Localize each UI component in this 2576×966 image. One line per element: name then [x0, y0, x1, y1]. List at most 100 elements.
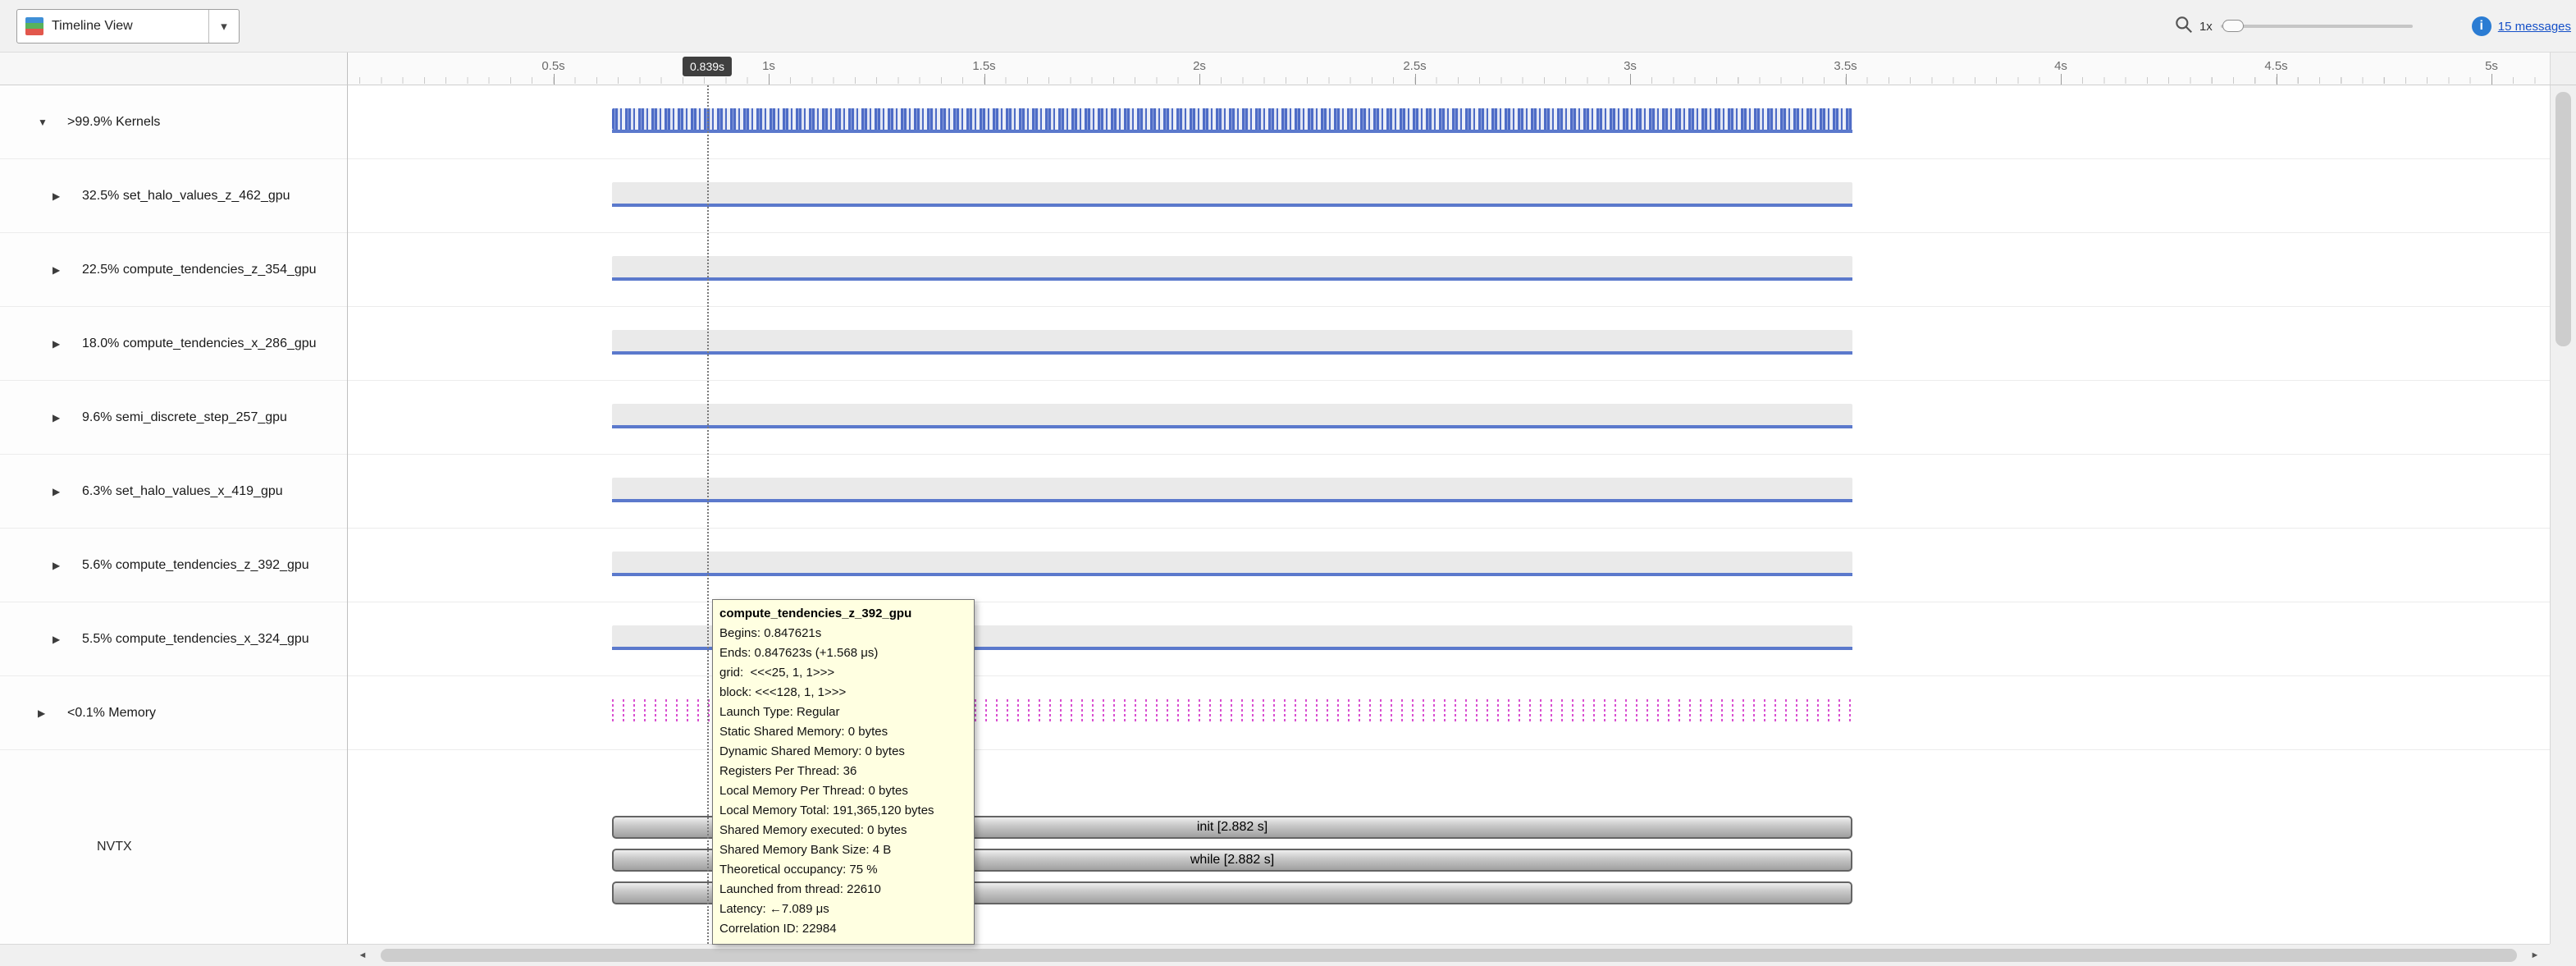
vertical-scrollbar-thumb[interactable] [2555, 92, 2571, 346]
sidebar-row-6[interactable]: ▶5.6% compute_tendencies_z_392_gpu [0, 529, 347, 602]
magnifier-icon[interactable] [2173, 14, 2195, 39]
timeline-row-3[interactable] [348, 307, 2550, 381]
ruler-tick-label: 2s [1193, 59, 1206, 73]
row-label: 9.6% semi_discrete_step_257_gpu [82, 410, 287, 425]
sidebar-row-2[interactable]: ▶22.5% compute_tendencies_z_354_gpu [0, 233, 347, 307]
scroll-right-arrow-icon[interactable]: ► [2522, 945, 2548, 966]
main-content: ▼>99.9% Kernels▶32.5% set_halo_values_z_… [0, 85, 2550, 944]
view-selector-label: Timeline View [52, 19, 208, 34]
track-dense-bar[interactable] [612, 108, 1852, 130]
ruler-tick-label: 3.5s [1834, 59, 1857, 73]
sidebar-row-3[interactable]: ▶18.0% compute_tendencies_x_286_gpu [0, 307, 347, 381]
chevron-right-icon[interactable]: ▶ [53, 264, 82, 276]
tooltip-line: Local Memory Per Thread: 0 bytes [719, 781, 966, 801]
row-label: 6.3% set_halo_values_x_419_gpu [82, 484, 283, 499]
bottom-left-strip [0, 944, 348, 966]
chevron-right-icon[interactable]: ▶ [53, 338, 82, 350]
row-label: 22.5% compute_tendencies_z_354_gpu [82, 263, 317, 277]
nvtx-row-header[interactable]: NVTX [0, 750, 347, 944]
view-selector-dropdown[interactable]: Timeline View ▾ [16, 9, 240, 43]
timeline-row-5[interactable] [348, 455, 2550, 529]
sidebar-row-5[interactable]: ▶6.3% set_halo_values_x_419_gpu [0, 455, 347, 529]
chevron-right-icon[interactable]: ▶ [53, 190, 82, 202]
ruler-corner [0, 53, 348, 85]
track-band-bar[interactable] [612, 182, 1852, 204]
timeline-row-6[interactable] [348, 529, 2550, 602]
tooltip-line: grid: <<<25, 1, 1>>> [719, 663, 966, 683]
kernel-tooltip: compute_tendencies_z_392_gpu Begins: 0.8… [712, 599, 975, 945]
ruler-tick-label: 0.5s [541, 59, 564, 73]
tooltip-line: Launch Type: Regular [719, 703, 966, 722]
zoom-slider[interactable] [2221, 17, 2413, 35]
toolbar: Timeline View ▾ 1x i 15 messages [0, 0, 2576, 53]
timeline-row-0[interactable] [348, 85, 2550, 159]
horizontal-scrollbar-thumb[interactable] [381, 949, 2517, 962]
info-icon[interactable]: i [2472, 16, 2492, 36]
kernel-span-line [612, 425, 1852, 428]
tooltip-title: compute_tendencies_z_392_gpu [719, 604, 966, 624]
sidebar-row-0[interactable]: ▼>99.9% Kernels [0, 85, 347, 159]
zoom-level-label: 1x [2199, 20, 2213, 34]
tooltip-line: Dynamic Shared Memory: 0 bytes [719, 742, 966, 762]
sidebar-row-4[interactable]: ▶9.6% semi_discrete_step_257_gpu [0, 381, 347, 455]
track-band-bar[interactable] [612, 404, 1852, 425]
scroll-left-arrow-icon[interactable]: ◄ [349, 945, 376, 966]
tooltip-line: Local Memory Total: 191,365,120 bytes [719, 801, 966, 821]
chevron-right-icon[interactable]: ▶ [53, 412, 82, 423]
scrollbar-corner-cap [2550, 53, 2576, 85]
toolbar-right: 1x i 15 messages [2173, 0, 2571, 53]
timeline-row-7[interactable] [348, 602, 2550, 676]
timeline-tracks: init [2.882 s]while [2.882 s] [348, 85, 2550, 944]
sidebar-row-1[interactable]: ▶32.5% set_halo_values_z_462_gpu [0, 159, 347, 233]
cursor-line [707, 85, 709, 944]
sidebar-row-8[interactable]: ▶<0.1% Memory [0, 676, 347, 750]
sidebar-row-7[interactable]: ▶5.5% compute_tendencies_x_324_gpu [0, 602, 347, 676]
tooltip-line: Registers Per Thread: 36 [719, 762, 966, 781]
nvtx-track: init [2.882 s]while [2.882 s] [348, 750, 2550, 944]
timeline-row-1[interactable] [348, 159, 2550, 233]
timeline-row-8[interactable] [348, 676, 2550, 750]
kernel-span-line [612, 351, 1852, 355]
ruler-tick-label: 4s [2054, 59, 2067, 73]
chevron-down-icon[interactable]: ▼ [38, 117, 67, 128]
chevron-down-icon[interactable]: ▾ [208, 10, 239, 43]
row-labels-panel: ▼>99.9% Kernels▶32.5% set_halo_values_z_… [0, 85, 348, 944]
timeline-row-2[interactable] [348, 233, 2550, 307]
zoom-slider-thumb[interactable] [2222, 20, 2244, 32]
ruler-tick-label: 3s [1624, 59, 1637, 73]
tooltip-line: block: <<<128, 1, 1>>> [719, 683, 966, 703]
zoom-slider-track[interactable] [2221, 25, 2413, 28]
tooltip-line: Correlation ID: 22984 [719, 919, 966, 939]
track-band-bar[interactable] [612, 552, 1852, 573]
messages-link[interactable]: 15 messages [2498, 20, 2571, 34]
track-band-bar[interactable] [612, 330, 1852, 351]
kernel-span-line [612, 277, 1852, 281]
kernel-span-line [612, 204, 1852, 207]
tooltip-line: Latency: ←7.089 μs [719, 900, 966, 919]
ruler-tick-label: 2.5s [1403, 59, 1426, 73]
nsight-timeline-window: Timeline View ▾ 1x i 15 messages 0.839s … [0, 0, 2576, 966]
vertical-scrollbar[interactable] [2550, 85, 2576, 944]
chevron-right-icon[interactable]: ▶ [53, 560, 82, 571]
tooltip-line: Shared Memory executed: 0 bytes [719, 821, 966, 840]
row-label: <0.1% Memory [67, 706, 156, 721]
row-label: 32.5% set_halo_values_z_462_gpu [82, 189, 290, 204]
track-band-bar[interactable] [612, 478, 1852, 499]
timeline-row-4[interactable] [348, 381, 2550, 455]
ruler-tick-label: 4.5s [2264, 59, 2287, 73]
track-band-bar[interactable] [612, 256, 1852, 277]
scrollbar-corner [2550, 944, 2576, 966]
nvtx-bar-label: init [2.882 s] [1197, 820, 1267, 835]
chevron-right-icon[interactable]: ▶ [53, 634, 82, 645]
cursor-time-badge: 0.839s [683, 57, 732, 76]
tooltip-line: Theoretical occupancy: 75 % [719, 860, 966, 880]
tooltip-line: Ends: 0.847623s (+1.568 μs) [719, 643, 966, 663]
row-label: >99.9% Kernels [67, 115, 160, 130]
timeline-ruler[interactable]: 0.839s 0s0.5s1s1.5s2s2.5s3s3.5s4s4.5s5s [348, 53, 2550, 85]
chevron-right-icon[interactable]: ▶ [53, 486, 82, 497]
horizontal-scrollbar[interactable]: ◄ ► [348, 944, 2550, 966]
chevron-right-icon[interactable]: ▶ [38, 707, 67, 719]
row-label: 5.5% compute_tendencies_x_324_gpu [82, 632, 309, 647]
ruler-tick-label: 5s [2485, 59, 2498, 73]
tooltip-line: Launched from thread: 22610 [719, 880, 966, 900]
